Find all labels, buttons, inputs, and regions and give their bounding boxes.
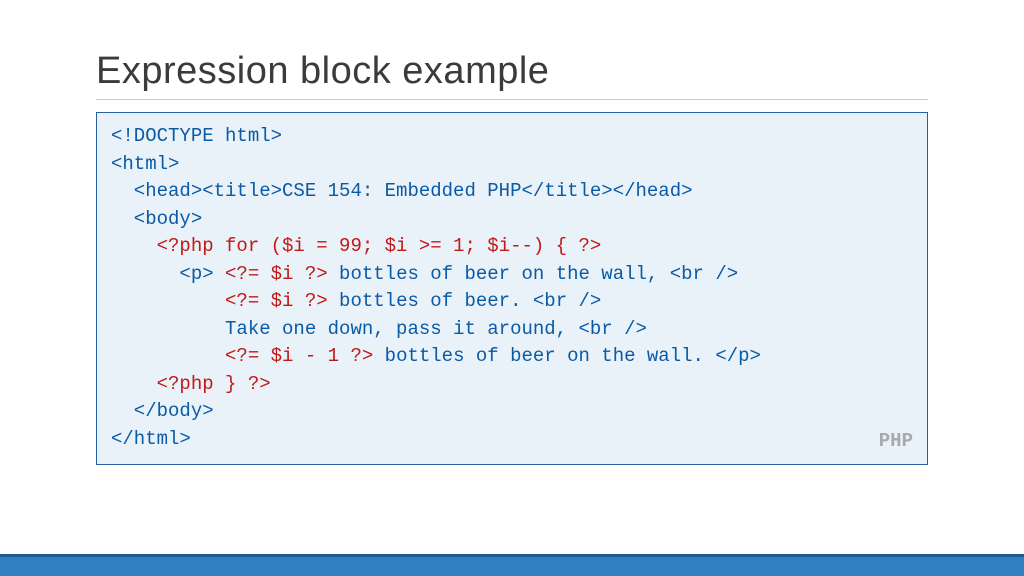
code-line: <head><title> [111,180,282,202]
code-text: CSE 154: Embedded PHP [282,180,521,202]
code-line: <body> [111,208,202,230]
code-line: </body> [111,400,214,422]
code-line: bottles of beer on the wall. </p> [373,345,761,367]
code-line: Take one down, pass it around, <br /> [111,318,647,340]
code-line: bottles of beer on the wall, <br /> [328,263,738,285]
language-badge: PHP [879,428,913,456]
code-line: <!DOCTYPE html> [111,125,282,147]
code-line: </title></head> [521,180,692,202]
code-block: <!DOCTYPE html> <html> <head><title>CSE … [96,112,928,465]
slide-title: Expression block example [96,50,928,93]
title-divider [96,99,928,100]
footer-bar [0,554,1024,576]
code-line-php: <?php for ($i = 99; $i >= 1; $i--) { ?> [111,235,601,257]
code-line [111,345,225,367]
code-line [111,290,225,312]
slide: Expression block example <!DOCTYPE html>… [0,0,1024,576]
code-php-expr: <?= $i ?> [225,263,328,285]
code-line: bottles of beer. <br /> [328,290,602,312]
code-line: </html> [111,428,191,450]
code-line: <html> [111,153,179,175]
code-line-php: <?php } ?> [111,373,271,395]
code-php-expr: <?= $i - 1 ?> [225,345,373,367]
code-line: <p> [111,263,225,285]
code-php-expr: <?= $i ?> [225,290,328,312]
